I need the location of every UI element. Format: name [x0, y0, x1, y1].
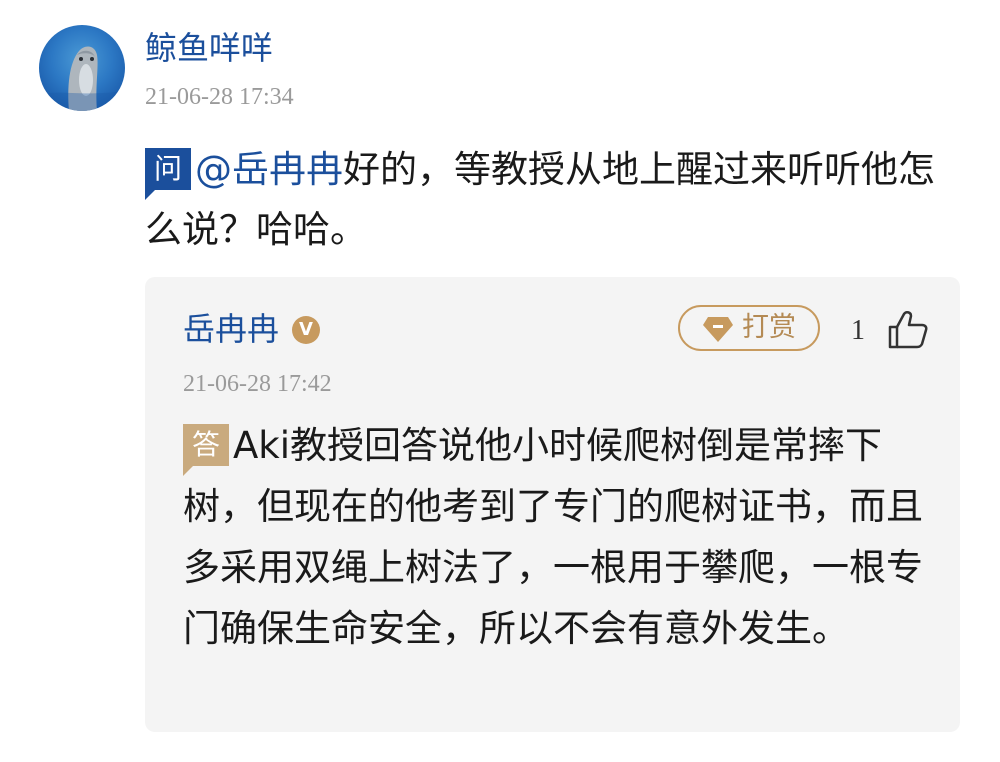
- user-avatar[interactable]: [39, 25, 125, 111]
- comment-body: 问 @岳冉冉好的，等教授从地上醒过来听听他怎么说？哈哈。: [145, 140, 945, 260]
- answer-badge: 答: [183, 424, 229, 476]
- question-badge: 问: [145, 148, 191, 200]
- diamond-tag-icon: [703, 317, 733, 342]
- comment-author[interactable]: 鲸鱼咩咩: [145, 26, 273, 70]
- like-count: 1: [851, 315, 865, 346]
- reply-body: 答 Aki教授回答说他小时候爬树倒是常摔下树，但现在的他考到了专门的爬树证书，而且…: [183, 415, 933, 659]
- reply-timestamp: 21-06-28 17:42: [183, 371, 332, 397]
- comment-timestamp: 21-06-28 17:34: [145, 84, 294, 110]
- tip-button[interactable]: 打赏: [678, 305, 820, 351]
- reply-text: Aki教授回答说他小时候爬树倒是常摔下树，但现在的他考到了专门的爬树证书，而且多…: [183, 424, 923, 650]
- reply-card: 岳冉冉 V 打赏 1 21-06-28 17:42 答 Aki教授回答说他小时候爬…: [145, 277, 960, 732]
- verified-badge: V: [292, 316, 320, 344]
- mention-link[interactable]: @岳冉冉: [195, 148, 343, 191]
- tip-button-label: 打赏: [742, 312, 796, 343]
- thumbs-up-icon[interactable]: [887, 310, 929, 350]
- reply-author[interactable]: 岳冉冉: [183, 307, 279, 351]
- dolphin-avatar-icon: [39, 46, 125, 111]
